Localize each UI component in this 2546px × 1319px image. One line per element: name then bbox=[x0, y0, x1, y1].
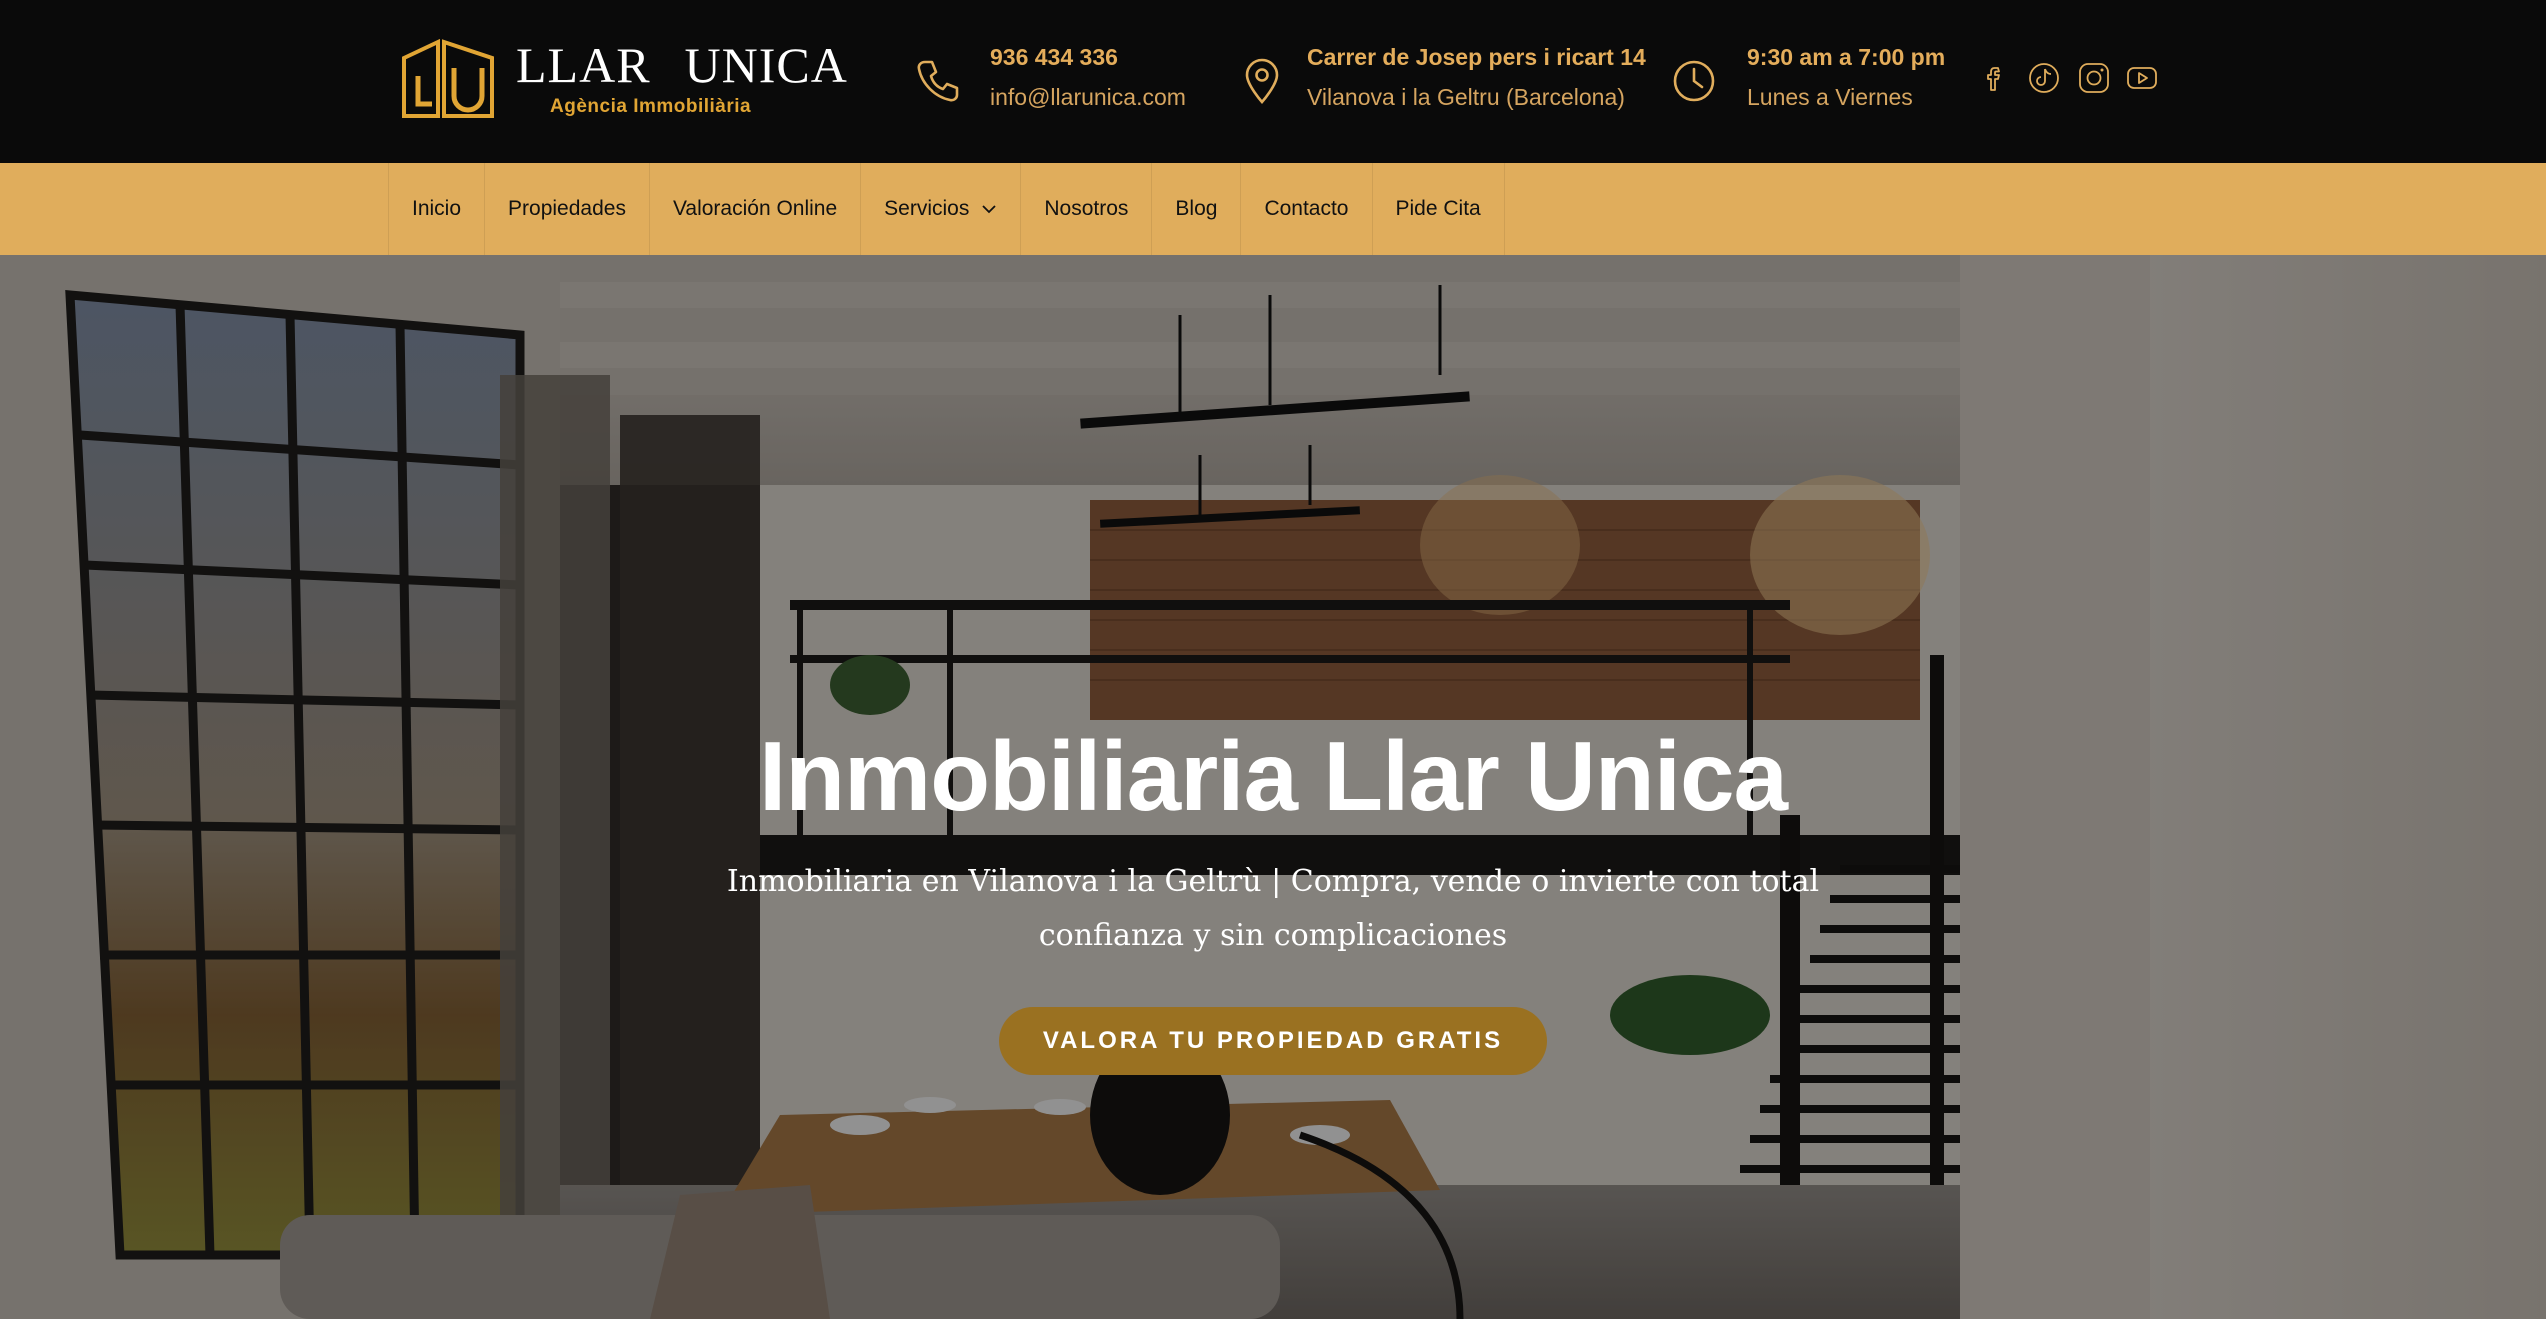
brand-name-part2: UNICA bbox=[684, 37, 848, 93]
nav-item-blog[interactable]: Blog bbox=[1152, 163, 1242, 255]
nav-item-pide-cita[interactable]: Pide Cita bbox=[1373, 163, 1505, 255]
nav-item-servicios[interactable]: Servicios bbox=[861, 163, 1022, 255]
nav-item-label: Contacto bbox=[1264, 197, 1349, 220]
nav-item-label: Nosotros bbox=[1044, 197, 1129, 220]
logo-mark-icon bbox=[402, 38, 494, 118]
contact-hours-block: 9:30 am a 7:00 pm Lunes a Viernes bbox=[1669, 44, 1949, 120]
nav-item-label: Blog bbox=[1175, 197, 1218, 220]
contact-address-street: Carrer de Josep pers i ricart 14 bbox=[1307, 44, 1646, 70]
phone-icon bbox=[917, 60, 959, 102]
nav-item-label: Propiedades bbox=[508, 197, 626, 220]
hero-section: Inmobiliaria Llar Unica Inmobiliaria en … bbox=[0, 255, 2546, 1319]
top-header: LLAR UNICA Agència Immobiliària 936 434 3… bbox=[0, 0, 2546, 163]
valora-propiedad-button[interactable]: VALORA TU PROPIEDAD GRATIS bbox=[999, 1007, 1547, 1075]
contact-hours-time: 9:30 am a 7:00 pm bbox=[1747, 44, 1946, 70]
hero-title: Inmobiliaria Llar Unica bbox=[758, 721, 1788, 831]
youtube-icon[interactable] bbox=[2124, 60, 2160, 96]
brand-logo[interactable]: LLAR UNICA Agència Immobiliària bbox=[400, 36, 847, 122]
contact-address-city: Vilanova i la Geltru (Barcelona) bbox=[1307, 84, 1625, 110]
chevron-down-icon bbox=[982, 205, 997, 214]
clock-icon bbox=[1673, 60, 1715, 102]
nav-item-label: Valoración Online bbox=[672, 197, 838, 220]
contact-phone-block: 936 434 336 info@llarunica.com bbox=[913, 44, 1213, 120]
main-navigation: Inicio Propiedades Valoración Online Ser… bbox=[0, 163, 2546, 255]
nav-item-inicio[interactable]: Inicio bbox=[389, 163, 486, 255]
hero-subtitle: Inmobiliaria en Vilanova i la Geltrù | C… bbox=[726, 864, 1820, 953]
nav-item-label: Pide Cita bbox=[1395, 197, 1481, 220]
contact-phone-number[interactable]: 936 434 336 bbox=[990, 44, 1118, 71]
nav-item-label: Servicios bbox=[884, 197, 970, 220]
brand-name: LLAR UNICA bbox=[516, 36, 848, 94]
contact-hours-days: Lunes a Viernes bbox=[1747, 84, 1913, 110]
brand-tagline: Agència Immobiliària bbox=[550, 96, 752, 117]
nav-item-propiedades[interactable]: Propiedades bbox=[485, 163, 650, 255]
facebook-icon[interactable] bbox=[1977, 60, 2013, 96]
brand-name-part1: LLAR bbox=[516, 37, 651, 93]
tiktok-icon[interactable] bbox=[2026, 60, 2062, 96]
nav-item-label: Inicio bbox=[412, 197, 462, 220]
contact-address-block: Carrer de Josep pers i ricart 14 Vilanov… bbox=[1237, 44, 1646, 120]
map-pin-icon bbox=[1245, 58, 1279, 104]
contact-email[interactable]: info@llarunica.com bbox=[990, 84, 1186, 111]
instagram-icon[interactable] bbox=[2076, 60, 2112, 96]
nav-item-contacto[interactable]: Contacto bbox=[1241, 163, 1373, 255]
nav-menu: Inicio Propiedades Valoración Online Ser… bbox=[388, 163, 1505, 255]
nav-item-valoracion-online[interactable]: Valoración Online bbox=[650, 163, 862, 255]
nav-item-nosotros[interactable]: Nosotros bbox=[1021, 163, 1153, 255]
